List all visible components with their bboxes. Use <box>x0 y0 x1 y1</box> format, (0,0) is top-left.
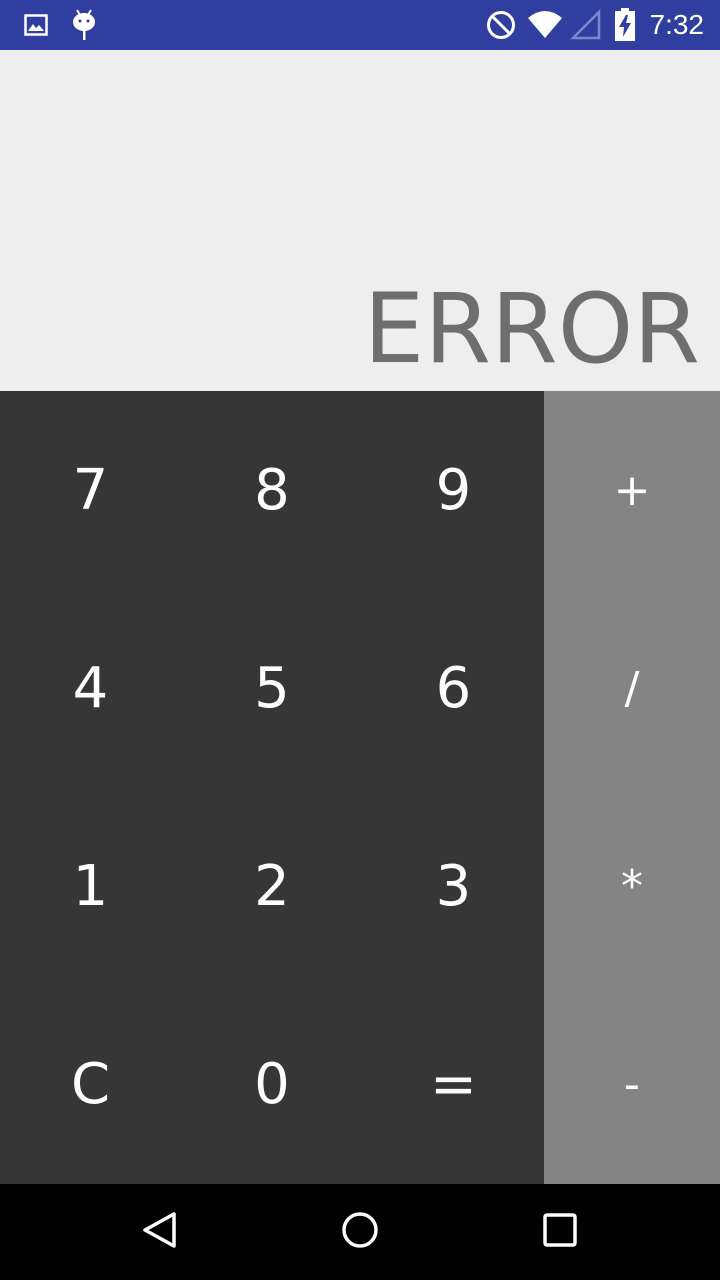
key-1[interactable]: 1 <box>0 788 181 986</box>
key-equals[interactable]: = <box>363 986 544 1184</box>
display-result: ERROR <box>363 273 700 385</box>
number-keypad: 7 8 9 4 5 6 1 2 3 C 0 = <box>0 391 544 1184</box>
home-icon <box>340 1210 380 1254</box>
status-bar: 7:32 <box>0 0 720 50</box>
calculator-screen: 7:32 ERROR 7 8 9 4 5 6 1 2 3 C 0 = + / *… <box>0 0 720 1280</box>
wifi-icon <box>526 0 564 50</box>
key-5[interactable]: 5 <box>181 589 363 787</box>
key-0[interactable]: 0 <box>181 986 363 1184</box>
key-plus[interactable]: + <box>544 391 720 589</box>
key-clear[interactable]: C <box>0 986 181 1184</box>
key-4[interactable]: 4 <box>0 589 181 787</box>
calculator-display: ERROR <box>0 50 720 391</box>
battery-charging-icon <box>612 0 638 50</box>
back-icon <box>140 1210 180 1254</box>
key-8[interactable]: 8 <box>181 391 363 589</box>
key-divide[interactable]: / <box>544 589 720 787</box>
recents-button[interactable] <box>512 1184 608 1280</box>
status-time: 7:32 <box>649 9 705 40</box>
key-multiply[interactable]: * <box>544 788 720 986</box>
cell-signal-icon <box>568 0 604 50</box>
key-6[interactable]: 6 <box>363 589 544 787</box>
key-7[interactable]: 7 <box>0 391 181 589</box>
key-3[interactable]: 3 <box>363 788 544 986</box>
gallery-icon <box>22 0 50 50</box>
operator-keypad: + / * - <box>544 391 720 1184</box>
key-9[interactable]: 9 <box>363 391 544 589</box>
key-2[interactable]: 2 <box>181 788 363 986</box>
back-button[interactable] <box>112 1184 208 1280</box>
recents-icon <box>542 1212 578 1252</box>
android-debug-icon <box>70 0 98 50</box>
key-minus[interactable]: - <box>544 986 720 1184</box>
home-button[interactable] <box>312 1184 408 1280</box>
navigation-bar <box>0 1184 720 1280</box>
do-not-disturb-icon <box>484 0 518 50</box>
